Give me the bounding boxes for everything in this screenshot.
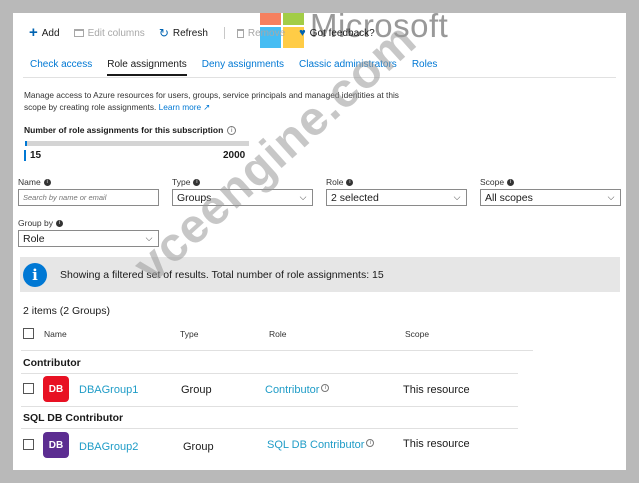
role-link[interactable]: Contributor	[265, 384, 319, 396]
scope-value: This resource	[403, 384, 470, 396]
assignment-count-fill	[25, 141, 28, 146]
group-name-link[interactable]: DBAGroup1	[79, 384, 138, 396]
group-divider	[21, 428, 518, 429]
column-header-name[interactable]: Name	[44, 329, 67, 339]
info-icon[interactable]: i	[366, 439, 375, 447]
scope-value: This resource	[403, 438, 470, 450]
group-heading-contributor: Contributor	[23, 357, 81, 369]
info-icon[interactable]: i	[346, 179, 354, 187]
role-filter-label: Role i	[326, 177, 354, 187]
group-divider	[21, 373, 518, 374]
heart-icon: ♥	[299, 27, 306, 39]
info-icon[interactable]: i	[43, 179, 51, 187]
column-header-role[interactable]: Role	[269, 329, 286, 339]
role-cell: SQL DB Contributor i	[267, 439, 375, 451]
items-summary: 2 items (2 Groups)	[23, 305, 110, 317]
scope-filter-label: Scope i	[480, 177, 515, 187]
role-assignments-panel: Microsoft + Add Edit columns ↻ Refresh R…	[13, 13, 626, 470]
refresh-icon: ↻	[158, 26, 169, 40]
assignment-count-current: 15	[24, 150, 41, 161]
info-icon[interactable]: i	[321, 384, 330, 392]
scope-dropdown[interactable]: All scopes ⌵	[480, 189, 621, 206]
principal-type: Group	[183, 441, 214, 453]
role-cell: Contributor i	[265, 384, 330, 396]
assignment-count-title: Number of role assignments for this subs…	[24, 125, 237, 136]
row-checkbox[interactable]	[23, 383, 34, 394]
chevron-down-icon: ⌵	[607, 192, 615, 202]
command-bar: + Add Edit columns ↻ Refresh Remove ♥ Go…	[13, 21, 626, 45]
external-link-icon: ↗	[203, 102, 211, 112]
principal-type: Group	[181, 384, 212, 396]
group-by-label: Group by i	[18, 218, 63, 228]
remove-button[interactable]: Remove	[236, 28, 285, 39]
column-header-scope[interactable]: Scope	[405, 329, 429, 339]
assignment-count-bar	[25, 141, 249, 146]
row-checkbox[interactable]	[23, 439, 34, 450]
add-button[interactable]: + Add	[29, 24, 60, 41]
tab-role-assignments[interactable]: Role assignments	[107, 59, 187, 76]
role-link[interactable]: SQL DB Contributor	[267, 439, 364, 451]
learn-more-link[interactable]: Learn more ↗	[159, 102, 211, 112]
tab-deny-assignments[interactable]: Deny assignments	[202, 59, 284, 76]
plus-icon: +	[29, 24, 38, 41]
chevron-down-icon: ⌵	[299, 192, 307, 202]
edit-columns-button[interactable]: Edit columns	[73, 28, 145, 39]
columns-icon	[73, 29, 84, 37]
info-icon[interactable]: i	[227, 126, 237, 136]
info-icon[interactable]: i	[55, 220, 63, 228]
name-filter-label: Name i	[18, 177, 51, 187]
row-divider	[21, 406, 518, 407]
header-divider	[21, 350, 533, 351]
info-icon[interactable]: i	[507, 179, 515, 187]
avatar: DB	[43, 432, 69, 458]
site-watermark: vceengine.com	[123, 13, 427, 294]
info-icon: i	[23, 262, 47, 287]
tab-check-access[interactable]: Check access	[30, 59, 92, 76]
role-dropdown[interactable]: 2 selected ⌵	[326, 189, 467, 206]
group-name-link[interactable]: DBAGroup2	[79, 441, 138, 453]
refresh-button[interactable]: ↻ Refresh	[159, 26, 208, 40]
filtered-results-banner: i Showing a filtered set of results. Tot…	[20, 257, 620, 292]
toolbar-divider	[223, 27, 225, 39]
column-header-type[interactable]: Type	[180, 329, 198, 339]
avatar: DB	[43, 376, 69, 402]
name-search-field[interactable]	[18, 189, 159, 206]
group-heading-sql-db-contributor: SQL DB Contributor	[23, 412, 124, 424]
select-all-checkbox[interactable]	[23, 328, 34, 339]
name-search-input[interactable]	[23, 193, 158, 202]
trash-icon	[236, 28, 244, 38]
chevron-down-icon: ⌵	[453, 192, 461, 202]
